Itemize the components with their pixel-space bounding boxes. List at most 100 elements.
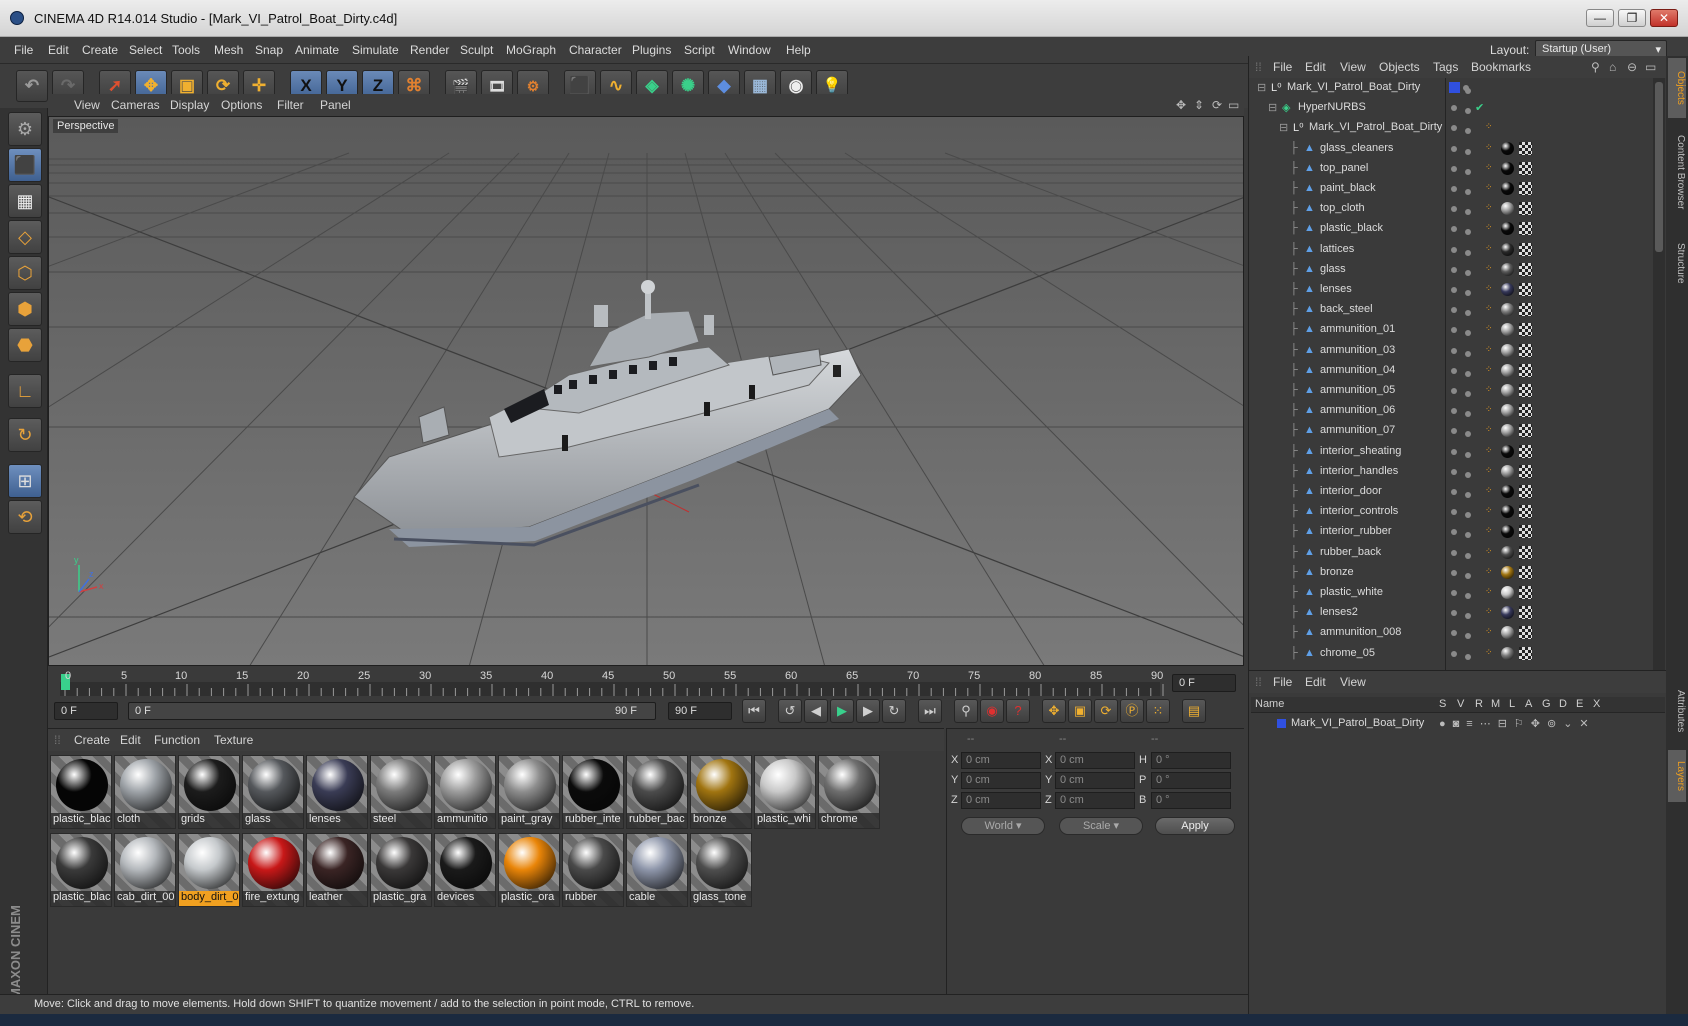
uvw-tag-icon[interactable] <box>1519 626 1532 640</box>
viewport-menu-options[interactable]: Options <box>221 98 262 112</box>
visibility-editor-dot[interactable] <box>1451 650 1457 657</box>
tree-collapse-icon[interactable]: ⊟ <box>1279 121 1288 134</box>
material-swatch[interactable]: plastic_gra <box>370 833 432 907</box>
uvw-tag-icon[interactable] <box>1519 222 1532 236</box>
undo-button[interactable]: ↶ <box>16 70 48 102</box>
material-swatch[interactable]: glass_tone <box>690 833 752 907</box>
previous-frame-button[interactable]: ◀ <box>804 699 828 723</box>
object-tree-row[interactable]: ├ ▲ ammunition_07 ⁘ <box>1249 421 1653 441</box>
object-menu-bookmarks[interactable]: Bookmarks <box>1471 60 1531 74</box>
visibility-render-dot[interactable] <box>1465 269 1471 276</box>
material-swatch[interactable]: plastic_whi <box>754 755 816 829</box>
material-menu-texture[interactable]: Texture <box>214 733 253 747</box>
rotation-h-field[interactable]: 0 ° <box>1151 752 1231 769</box>
object-tree-row[interactable]: ├ ▲ glass_cleaners ⁘ <box>1249 139 1653 159</box>
material-swatch[interactable]: glass <box>242 755 304 829</box>
visibility-render-dot[interactable] <box>1465 391 1471 397</box>
layer-col-s[interactable]: S <box>1439 698 1446 710</box>
object-tree-row[interactable]: ├ ▲ chrome_05 ⁘ <box>1249 644 1653 664</box>
visibility-editor-dot[interactable] <box>1451 287 1457 293</box>
tab-content-browser[interactable]: Content Browser <box>1668 122 1686 222</box>
material-tag-icon[interactable] <box>1501 646 1514 660</box>
viewport-menu-cameras[interactable]: Cameras <box>111 98 160 112</box>
visibility-render-dot[interactable] <box>1465 209 1471 216</box>
current-frame-field[interactable]: 0 F <box>1172 674 1236 692</box>
visibility-render-dot[interactable] <box>1465 249 1471 256</box>
material-tag-icon[interactable] <box>1501 303 1514 317</box>
object-tree-row[interactable]: ├ ▲ ammunition_03 ⁘ <box>1249 341 1653 361</box>
visibility-editor-dot[interactable] <box>1451 408 1457 415</box>
goto-start-button[interactable]: ⏮ <box>742 699 766 723</box>
uvw-tag-icon[interactable] <box>1519 424 1532 438</box>
visibility-editor-dot[interactable] <box>1451 307 1457 314</box>
close-button[interactable]: ✕ <box>1650 9 1678 27</box>
object-tree-row[interactable]: ├ ▲ lenses2 ⁘ <box>1249 603 1653 623</box>
menu-snap[interactable]: Snap <box>255 43 283 57</box>
layer-color-swatch[interactable] <box>1277 719 1286 728</box>
layer-col-g[interactable]: G <box>1542 698 1551 710</box>
material-swatch[interactable]: steel <box>370 755 432 829</box>
scrollbar-thumb[interactable] <box>1655 82 1663 252</box>
visibility-render-dot[interactable] <box>1465 330 1471 337</box>
material-tag-icon[interactable] <box>1501 363 1514 377</box>
material-tag-icon[interactable] <box>1501 424 1514 438</box>
visibility-editor-dot[interactable] <box>1451 630 1457 637</box>
material-tag-icon[interactable] <box>1501 323 1514 337</box>
uvw-tag-icon[interactable] <box>1519 586 1532 599</box>
record-pla-button[interactable]: ⁙ <box>1146 699 1170 723</box>
uvw-tag-icon[interactable] <box>1519 323 1532 337</box>
visibility-editor-dot[interactable] <box>1451 448 1457 455</box>
object-tree-row[interactable]: ├ ▲ interior_rubber ⁘ <box>1249 522 1653 542</box>
menu-mesh[interactable]: Mesh <box>214 43 243 57</box>
visibility-render-dot[interactable] <box>1465 593 1471 599</box>
tree-collapse-icon[interactable]: ⊟ <box>1257 81 1266 94</box>
object-tree-row[interactable]: ├ ▲ ammunition_06 ⁘ <box>1249 401 1653 421</box>
uvw-tag-icon[interactable] <box>1519 384 1532 397</box>
phong-tag-icon[interactable]: ⁘ <box>1485 485 1493 496</box>
object-tree-row[interactable]: ├ ▲ top_cloth ⁘ <box>1249 199 1653 219</box>
phong-tag-icon[interactable]: ⁘ <box>1485 586 1493 597</box>
phong-tag-icon[interactable]: ⁘ <box>1485 566 1493 577</box>
uvw-tag-icon[interactable] <box>1519 283 1532 296</box>
menu-file[interactable]: File <box>14 43 33 57</box>
visibility-editor-dot[interactable] <box>1451 165 1457 172</box>
object-tree-row[interactable]: ├ ▲ plastic_white ⁘ <box>1249 583 1653 603</box>
menu-sculpt[interactable]: Sculpt <box>460 43 493 57</box>
uvw-tag-icon[interactable] <box>1519 141 1532 155</box>
visibility-editor-dot[interactable] <box>1451 590 1457 596</box>
object-menu-view[interactable]: View <box>1340 60 1366 74</box>
phong-tag-icon[interactable]: ⁘ <box>1485 364 1493 375</box>
uvw-tag-icon[interactable] <box>1519 444 1532 458</box>
material-tag-icon[interactable] <box>1501 606 1514 620</box>
axis-mode-button[interactable]: ∟ <box>8 374 42 408</box>
material-tag-icon[interactable] <box>1501 565 1514 579</box>
phong-tag-icon[interactable]: ⁘ <box>1485 384 1493 395</box>
tab-structure[interactable]: Structure <box>1668 228 1686 298</box>
visibility-editor-dot[interactable] <box>1451 226 1457 233</box>
layer-col-v[interactable]: V <box>1457 698 1464 710</box>
visibility-editor-dot[interactable] <box>1451 105 1457 112</box>
menu-simulate[interactable]: Simulate <box>352 43 399 57</box>
viewport-rotate-icon[interactable]: ⟳ <box>1212 98 1222 112</box>
uvw-tag-icon[interactable] <box>1519 505 1532 519</box>
menu-window[interactable]: Window <box>728 43 771 57</box>
size-x-field[interactable]: 0 cm <box>1055 752 1135 769</box>
layer-toggle-icons[interactable]: ●◙≡⋯⊟⚐✥⊚⌄✕ <box>1439 717 1596 730</box>
material-swatch[interactable]: plastic_ora <box>498 833 560 907</box>
material-swatch[interactable]: plastic_blac <box>50 755 112 829</box>
material-tag-icon[interactable] <box>1501 586 1514 599</box>
object-tree-row[interactable]: ├ ▲ ammunition_05 ⁘ <box>1249 381 1653 401</box>
menu-edit[interactable]: Edit <box>48 43 69 57</box>
viewport-menu-view[interactable]: View <box>74 98 100 112</box>
position-x-field[interactable]: 0 cm <box>961 752 1041 769</box>
visibility-editor-dot[interactable] <box>1451 509 1457 516</box>
material-tag-icon[interactable] <box>1501 545 1514 559</box>
uvw-tag-icon[interactable] <box>1519 262 1532 276</box>
uvw-tag-icon[interactable] <box>1519 525 1532 539</box>
position-z-field[interactable]: 0 cm <box>961 792 1041 809</box>
timeline-button[interactable]: ▤ <box>1182 699 1206 723</box>
visibility-editor-dot[interactable] <box>1451 428 1457 435</box>
object-menu-file[interactable]: File <box>1273 60 1292 74</box>
visibility-render-dot[interactable] <box>1465 148 1471 155</box>
visibility-render-dot[interactable] <box>1465 552 1471 559</box>
